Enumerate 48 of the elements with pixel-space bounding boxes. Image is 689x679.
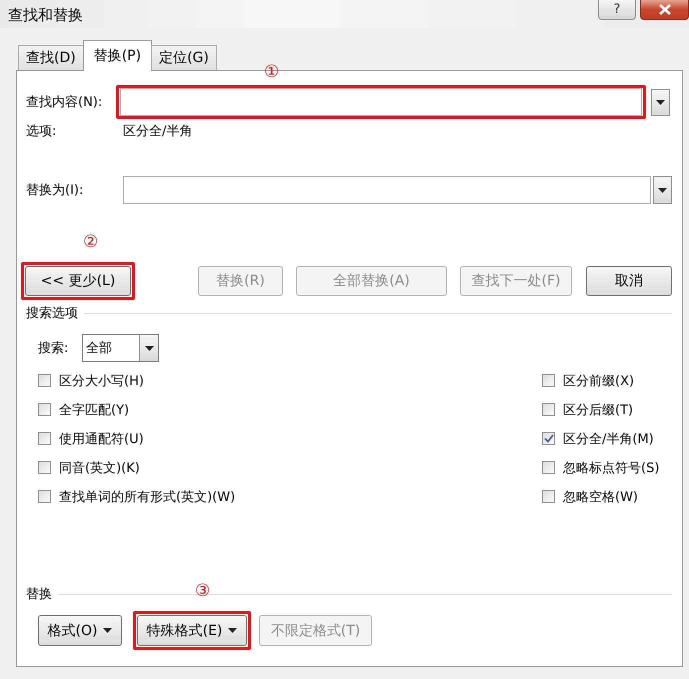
options-value: 区分全/半角 [123,123,192,140]
window-title: 查找和替换 [8,6,83,25]
options-label: 选项: [26,123,58,140]
checkbox[interactable] [38,403,51,416]
close-button[interactable] [640,0,689,20]
caret-icon [658,188,667,192]
checkbox[interactable] [38,490,51,503]
checkbox[interactable] [38,461,51,474]
checkbox[interactable] [38,432,51,445]
format-button[interactable]: 格式(O) [38,615,122,646]
checkbox-label: 全字匹配(Y) [59,402,130,418]
checkbox-label: 区分大小写(H) [59,372,144,390]
field-label: 查找内容(N): [26,94,104,111]
checkbox-label: 使用通配符(U) [59,430,144,448]
checkbox[interactable] [542,374,555,387]
checkbox[interactable] [542,403,555,416]
checkbox-label: 同音(英文)(K) [59,460,140,476]
annotation-number: ① [264,62,280,82]
help-button[interactable]: ? [598,0,636,20]
checkbox[interactable] [542,432,555,445]
search-label: 搜索: [38,340,70,357]
checkbox-label: 查找单词的所有形式(英文)(W) [59,488,236,506]
checkbox-label: 忽略空格(W) [563,488,638,506]
tab[interactable]: 定位(G) [151,45,217,70]
checkbox-label: 区分全/半角(M) [563,430,654,448]
checkbox-label: 区分前缀(X) [563,372,634,390]
section-title: 替换 [26,586,52,603]
tab[interactable]: 查找(D) [18,45,84,70]
checkbox-label: 区分后缀(T) [563,402,634,418]
dialog-button[interactable]: 取消 [586,266,672,296]
dropdown-button[interactable] [653,176,672,204]
tab[interactable]: 替换(P) [82,40,152,71]
section-title: 搜索选项 [26,305,78,322]
close-icon [658,4,672,15]
dropdown-button[interactable] [651,88,670,116]
format-button[interactable]: 特殊格式(E) [137,615,247,646]
checkbox[interactable] [542,461,555,474]
caret-icon [656,100,665,104]
annotation-number: ② [83,232,98,252]
checkbox[interactable] [542,490,555,503]
field-label: 替换为(I): [26,182,84,199]
input-field[interactable] [123,176,651,204]
annotation-number: ③ [195,581,210,601]
search-select[interactable]: 全部 [82,334,159,362]
checkbox[interactable] [38,374,51,387]
caret-icon [144,346,154,350]
checkbox-label: 忽略标点符号(S) [563,460,660,476]
dialog-button[interactable]: << 更少(L) [25,266,131,296]
